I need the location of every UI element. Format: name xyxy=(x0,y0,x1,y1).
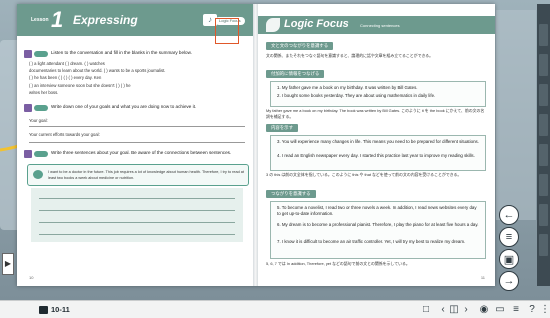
writing-area[interactable] xyxy=(31,188,243,242)
example-box: 5. To become a novelist, I read two or t… xyxy=(270,201,486,259)
index-tab[interactable] xyxy=(539,174,548,196)
index-tab[interactable] xyxy=(539,114,548,136)
left-page-number: 10 xyxy=(29,275,34,280)
example-sentence: 5. To become a novelist, I read two or t… xyxy=(277,205,477,217)
index-tab[interactable] xyxy=(539,84,548,106)
page-view-button[interactable]: ▣ xyxy=(499,249,519,269)
summary-line: ( ) an interview someone soon but she do… xyxy=(29,82,131,88)
prev-page-arrow-icon[interactable]: ▶ xyxy=(2,253,14,275)
more-icon[interactable]: ⋮ xyxy=(539,304,550,315)
efforts-label: Your current efforts towards your goal: xyxy=(29,132,100,137)
writing-line xyxy=(39,222,235,223)
index-tab[interactable] xyxy=(539,144,548,166)
book-icon xyxy=(39,305,48,314)
writing-line xyxy=(39,210,235,211)
section-text: My father gave me a book on my birthday.… xyxy=(266,108,485,120)
summary-line: documentaries to learn about the world. … xyxy=(29,68,166,74)
back-arrow-button[interactable]: ← xyxy=(499,205,519,225)
menu-icon[interactable]: ≡ xyxy=(510,304,522,315)
summary-line: ( ) a light attendant ( ) dream. ( ) wat… xyxy=(29,61,105,66)
list-menu-button[interactable]: ≡ xyxy=(499,227,519,247)
fullscreen-icon[interactable]: □ xyxy=(420,304,432,315)
page-range-label: 10-11 xyxy=(51,305,70,314)
forward-arrow-button[interactable]: → xyxy=(499,271,519,291)
adjacent-page-preview-right xyxy=(496,10,536,220)
index-tab[interactable] xyxy=(539,54,548,76)
example-badge-icon xyxy=(33,170,43,179)
task-1-summary: ( ) a light attendant ( ) dream. ( ) wat… xyxy=(29,60,245,96)
section-bar: 文と文のつながりを意識する xyxy=(266,42,334,50)
example-sentence: 3. You will experience many changes in l… xyxy=(277,139,479,144)
task-icon xyxy=(24,50,32,58)
section-bar: つながりを意識する xyxy=(266,190,316,198)
lesson-number: 1 xyxy=(51,7,64,32)
index-tab[interactable] xyxy=(539,234,548,256)
index-tab[interactable] xyxy=(539,204,548,226)
writing-line xyxy=(39,234,235,235)
logic-focus-header: Logic Focus Connecting sentences xyxy=(258,16,495,34)
task-1-instruction: Listen to the conversation and fill in t… xyxy=(51,50,192,55)
summary-line: writes her boss. xyxy=(29,89,59,95)
task-icon xyxy=(24,104,32,112)
goal-line[interactable] xyxy=(29,126,245,127)
leaf-icon xyxy=(266,18,280,32)
page-indicator[interactable]: 10-11 xyxy=(39,304,70,315)
next-page-icon[interactable]: › xyxy=(460,304,472,315)
task-3-instruction: Write three sentences about your goal. B… xyxy=(51,150,232,155)
task-2-instruction: Write down one of your goals and what yo… xyxy=(51,104,197,109)
spread-view-icon[interactable]: ◫ xyxy=(448,304,460,315)
right-page: Logic Focus Connecting sentences 文と文のつなが… xyxy=(258,4,495,286)
efforts-line[interactable] xyxy=(29,142,245,143)
example-note: I want to be a doctor in the future. Thi… xyxy=(27,164,249,186)
writing-badge-icon xyxy=(34,151,48,157)
left-page: Lesson 1 Expressing ♪ Logic Focus Listen… xyxy=(17,4,253,286)
example-sentence: 2. I bought some books yesterday. They a… xyxy=(277,93,436,98)
writing-line xyxy=(39,198,235,199)
goal-label: Your goal: xyxy=(29,118,48,123)
task-icon xyxy=(24,150,32,158)
logic-focus-title: Logic Focus xyxy=(284,18,349,30)
zoom-icon[interactable]: ◉ xyxy=(478,304,490,315)
section-text: 3 の this は前の文全体を指している。このように this や that … xyxy=(266,172,462,177)
right-page-number: 11 xyxy=(480,275,485,280)
section-title: Expressing xyxy=(73,13,138,27)
example-box: 1. My father gave me a book on my birthd… xyxy=(270,81,486,107)
example-box: 3. You will experience many changes in l… xyxy=(270,135,486,171)
summary-line: ( ) he has been ( ) ( ) ( ) every day. K… xyxy=(29,75,102,81)
listening-badge-icon xyxy=(34,51,48,57)
audio-highlight-frame xyxy=(215,18,239,44)
help-icon[interactable]: ? xyxy=(526,304,538,315)
example-text: I want to be a doctor in the future. Thi… xyxy=(48,170,244,180)
example-sentence: 6. My dream is to become a professional … xyxy=(277,222,479,227)
section-bar: 内容を示す xyxy=(266,124,298,132)
section-text: 文の関係、またそれをつなぐ語句を意識すると、論理的に話や文章を組み立てることがで… xyxy=(266,53,434,58)
lesson-label: Lesson xyxy=(31,17,49,23)
logic-focus-subtitle: Connecting sentences xyxy=(360,23,400,28)
section-text: 5, 6, 7 では In addition, Therefore, yet な… xyxy=(266,261,410,266)
section-bar: 付加的に情報をつなげる xyxy=(266,70,325,78)
index-tab[interactable] xyxy=(539,24,548,46)
bottom-toolbar: 10-11 □ ‹ ◫ › ◉ ▭ ≡ ? ⋮ xyxy=(0,300,550,318)
textbook-spread: Lesson 1 Expressing ♪ Logic Focus Listen… xyxy=(17,4,495,286)
example-sentence: 4. I read an English newspaper every day… xyxy=(277,153,475,158)
example-sentence: 1. My father gave me a book on my birthd… xyxy=(277,85,418,90)
example-sentence: 7. I know it is difficult to become an a… xyxy=(277,239,466,244)
screen-icon[interactable]: ▭ xyxy=(494,304,506,315)
index-tabs xyxy=(537,4,550,286)
writing-badge-icon xyxy=(34,105,48,111)
